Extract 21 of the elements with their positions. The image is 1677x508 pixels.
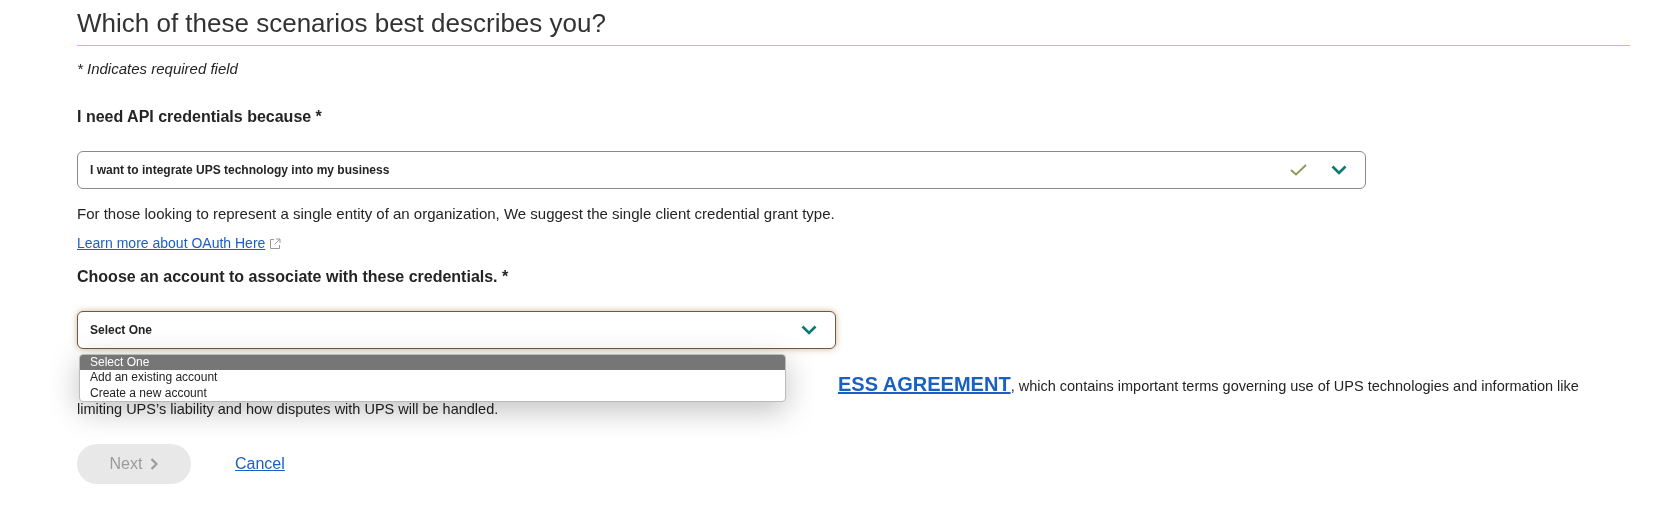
suggestion-text: For those looking to represent a single entity of an organization, We suggest the single client credential grant type. [77, 203, 836, 224]
chevron-down-icon [801, 324, 817, 335]
field-label: I need API credentials because * [77, 106, 323, 127]
reason-select[interactable]: I want to integrate UPS technology into my business [77, 150, 1366, 189]
chevron-down-icon [1331, 164, 1347, 175]
oauth-link[interactable]: Learn more about OAuth Here [77, 233, 282, 255]
agreement-link[interactable]: ESS AGREEMENT [838, 372, 1011, 395]
account-select[interactable]: Select One [77, 310, 836, 349]
field-label: Choose an account to associate with these credentials. * [77, 266, 510, 287]
external-link-icon [269, 237, 282, 250]
dropdown-option[interactable]: Select One [80, 354, 785, 371]
chevron-right-icon [150, 458, 159, 471]
page-heading: Which of these scenarios best describes you? [77, 8, 1630, 47]
cancel-link[interactable]: Cancel [235, 452, 285, 477]
required-note: * Indicates required field [77, 59, 239, 80]
select-value: I want to integrate UPS technology into my business [90, 161, 391, 179]
dropdown-option[interactable]: Add an existing account [80, 370, 785, 386]
select-value: Select One [90, 321, 154, 339]
agreement-text: , which contains important terms governing use of UPS technologies and information like [1010, 377, 1579, 394]
dropdown-option[interactable]: Create a new account [80, 385, 785, 402]
agreement-text: limiting UPS’s liability and how disputes with UPS will be handled. [77, 399, 500, 419]
